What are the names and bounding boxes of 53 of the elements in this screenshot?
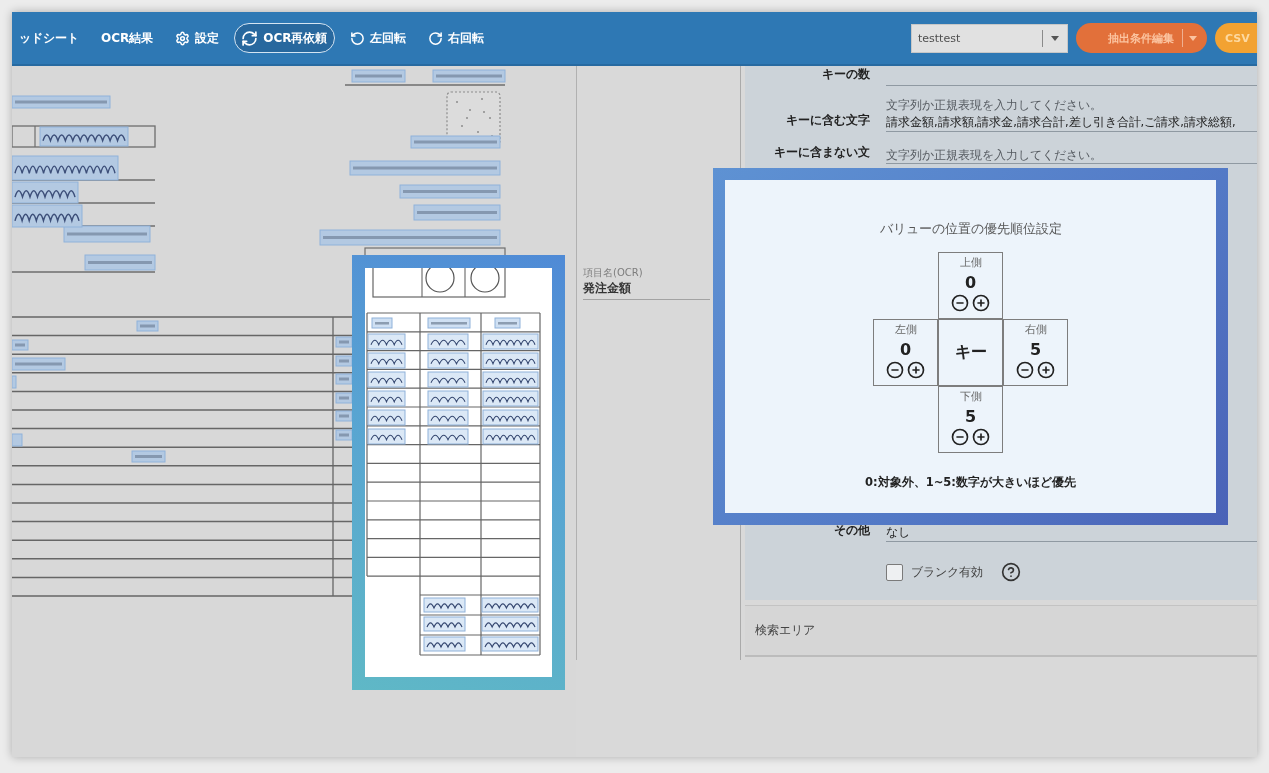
caret-icon — [1051, 35, 1059, 41]
position-label: 上側 — [959, 256, 982, 270]
plus-icon — [907, 361, 925, 379]
decrease-button[interactable] — [951, 428, 969, 446]
checkbox[interactable] — [886, 563, 903, 581]
increase-button[interactable] — [1037, 361, 1055, 379]
caret-icon — [1189, 35, 1197, 41]
position-label: 下側 — [959, 390, 982, 404]
priority-note: 0:対象外、1~5:数字が大きいほど優先 — [865, 475, 1076, 490]
priority-value: 0 — [899, 340, 912, 360]
checkbox-label: ブランク有効 — [911, 563, 983, 581]
toolbar-button[interactable]: ッドシート — [12, 23, 86, 53]
toolbar-button[interactable]: OCR再依頼 — [234, 23, 335, 53]
minus-icon — [951, 428, 969, 446]
field-label: キーに含まない文 — [773, 144, 871, 161]
decrease-button[interactable] — [1016, 361, 1034, 379]
help-icon[interactable] — [1001, 562, 1021, 582]
toolbar-button[interactable]: 右回転 — [420, 23, 491, 53]
profile-select[interactable]: testtest — [911, 23, 1068, 53]
refresh-icon — [241, 29, 259, 47]
toolbar-button[interactable]: OCR結果 — [94, 23, 161, 53]
gear-icon — [175, 30, 191, 46]
priority-value: 5 — [1029, 340, 1042, 360]
toolbar-button[interactable]: 左回転 — [342, 23, 413, 53]
item-name-field[interactable]: 項目名(OCR) 発注金額 — [583, 266, 710, 300]
rotate-right-icon — [427, 30, 443, 46]
position-label: 左側 — [894, 323, 917, 337]
field-hint: 文字列か正規表現を入力してください。 — [886, 98, 1103, 112]
input-field[interactable]: 文字列か正規表現を入力してください。 請求金額,請求額,請求金,請求合計,差し引き合計,ご請求,請求総額, — [886, 98, 1257, 132]
decrease-button[interactable] — [886, 361, 904, 379]
increase-button[interactable] — [972, 428, 990, 446]
plus-icon — [972, 428, 990, 446]
minus-icon — [886, 361, 904, 379]
floating-label: 項目名(OCR) — [583, 266, 644, 279]
key-cell: キー — [938, 319, 1003, 386]
minus-icon — [1016, 361, 1034, 379]
minus-icon — [951, 294, 969, 312]
priority-value: 5 — [964, 407, 977, 427]
plus-icon — [972, 294, 990, 312]
section-header[interactable]: 検索エリア — [745, 605, 1257, 657]
priority-value: 0 — [964, 273, 977, 293]
field-label: キーの数 — [821, 66, 871, 83]
input-field[interactable]: 文字列か正規表現を入力してください。 — [886, 148, 1257, 164]
panel-title: バリューの位置の優先順位設定 — [879, 221, 1062, 238]
rotate-left-icon — [349, 30, 365, 46]
plus-icon — [1037, 361, 1055, 379]
field-label: キーに含む文字 — [785, 112, 871, 129]
position-label: 右側 — [1024, 323, 1047, 337]
field-label: その他 — [833, 522, 871, 539]
toolbar-button[interactable]: 設定 — [168, 23, 227, 53]
decrease-button[interactable] — [951, 294, 969, 312]
increase-button[interactable] — [972, 294, 990, 312]
increase-button[interactable] — [907, 361, 925, 379]
